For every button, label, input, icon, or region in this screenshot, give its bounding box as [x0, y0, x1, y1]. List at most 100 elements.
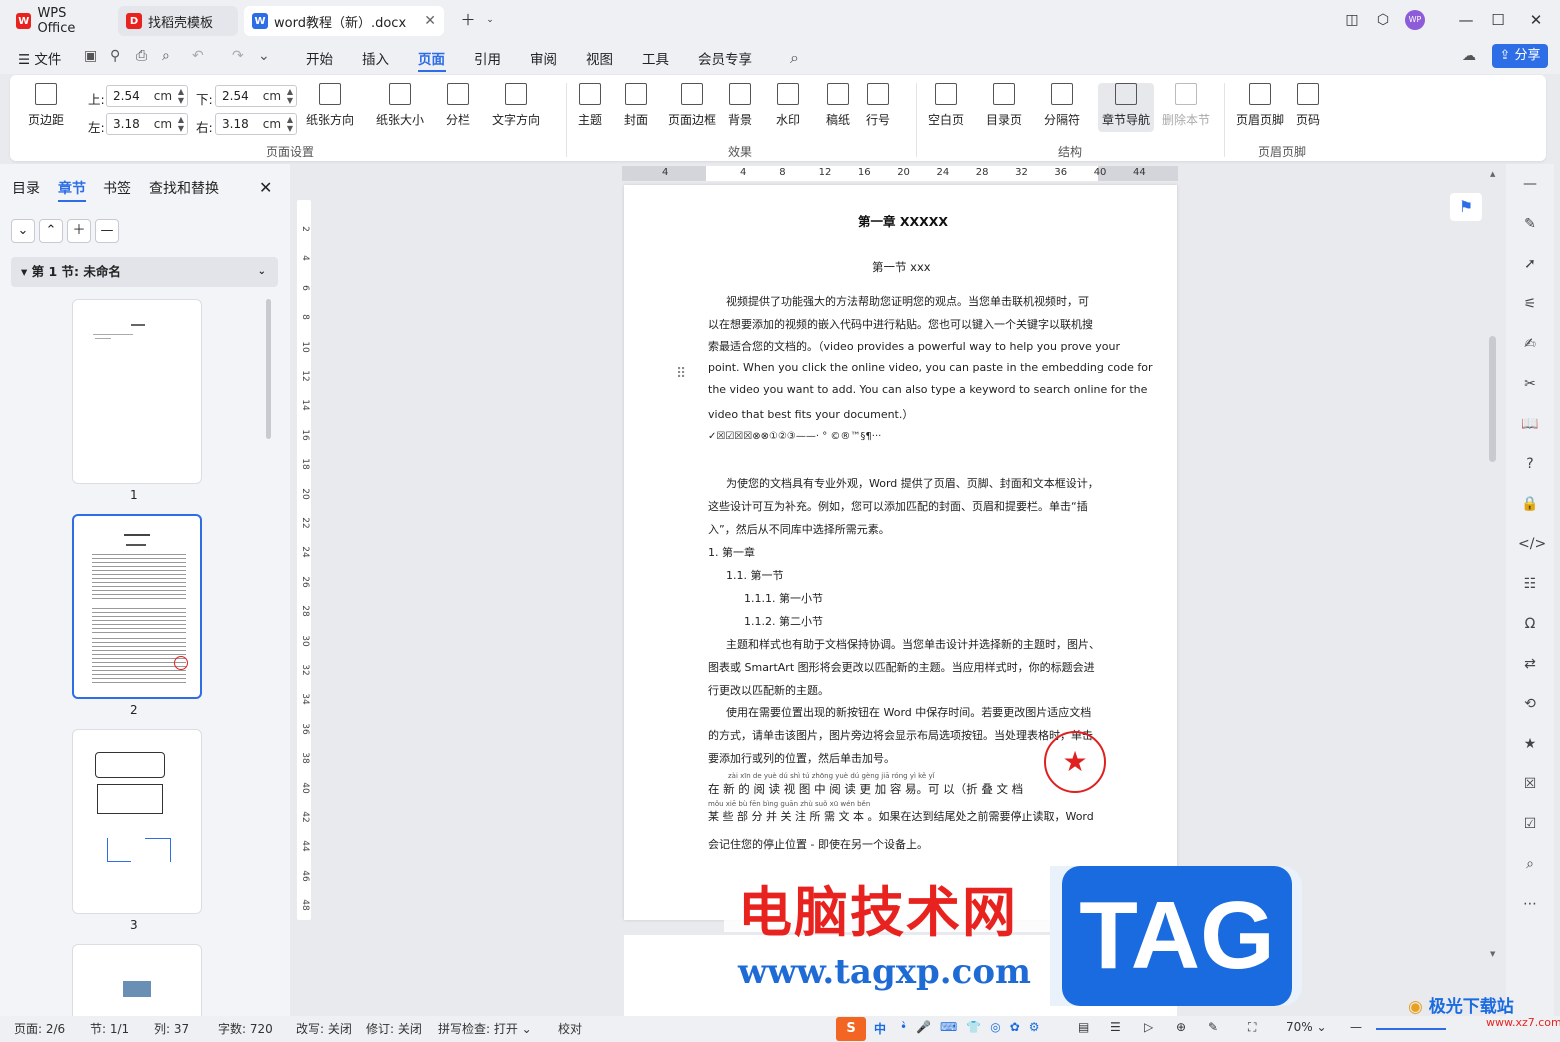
menu-start[interactable]: 开始 [306, 48, 333, 68]
document-page[interactable]: 第一章 XXXXX 第一节 xxx 视频提供了功能强大的方法帮助您证明您的观点。… [624, 185, 1177, 920]
menu-file[interactable]: ☰ 文件 [18, 48, 61, 68]
doc-search-icon[interactable]: ⌕ [1518, 856, 1542, 872]
cover-button[interactable]: 封面 [624, 83, 648, 128]
drag-handle-icon[interactable]: ⠿ [676, 366, 686, 382]
code-icon[interactable]: </> [1518, 536, 1546, 552]
status-spellcheck[interactable]: 拼写检查: 打开 ⌄ [438, 1020, 532, 1037]
web-view-icon[interactable]: ⊕ [1176, 1020, 1186, 1034]
left-margin-input[interactable]: 3.18 cm ▲ ▼ [106, 113, 188, 135]
close-icon[interactable]: ✕ [259, 178, 272, 197]
minimize-icon[interactable]: — [1454, 8, 1478, 32]
cloud-sync-icon[interactable]: ☁ [1462, 48, 1476, 64]
adjust-icon[interactable]: ⚟ [1518, 296, 1542, 312]
ruby-text-line-1[interactable]: 在 新 的 阅 读 视 图 中 阅 读 更 加 容 易。可 以（折 叠 文 档 [708, 781, 1023, 797]
list-item[interactable]: 1.1. 第一节 [726, 567, 784, 583]
print-preview-icon[interactable]: ⌕ [162, 48, 170, 64]
right-margin-input[interactable]: 3.18 cm ▲ ▼ [215, 113, 297, 135]
zoom-out-icon[interactable]: — [1350, 1020, 1362, 1034]
cube-icon[interactable]: ⬡ [1371, 8, 1395, 32]
watermark-button[interactable]: 水印 [776, 83, 800, 128]
page-thumbnail-2[interactable] [72, 514, 202, 699]
symbols-line[interactable]: ✓☒☑☒☒⊗⊗①②③——· ° ©®™§¶··· [708, 431, 881, 442]
panel-scrollbar[interactable] [266, 299, 271, 439]
status-revision[interactable]: 修订: 关闭 [366, 1020, 422, 1037]
pen-icon[interactable]: ✎ [1208, 1020, 1218, 1034]
ime-language[interactable]: 中 [874, 1020, 886, 1037]
menu-insert[interactable]: 插入 [362, 48, 389, 68]
tools-icon[interactable]: ✂ [1518, 376, 1542, 392]
tab-bookmarks[interactable]: 书签 [103, 178, 131, 198]
top-margin-input[interactable]: 2.54 cm ▲ ▼ [106, 85, 188, 107]
outline-view-icon[interactable]: ☰ [1110, 1020, 1121, 1034]
page-border-button[interactable]: 页面边框 [668, 83, 716, 128]
ruby-text-line-2[interactable]: 某 些 部 分 并 关 注 所 需 文 本 。如果在达到结尾处之前需要停止读取，… [708, 808, 1094, 824]
columns-button[interactable]: 分栏 [446, 83, 470, 128]
layout-icon[interactable]: ◫ [1340, 8, 1364, 32]
document-check-icon[interactable]: ☑ [1518, 816, 1542, 832]
tab-find-replace[interactable]: 查找和替换 [149, 178, 219, 198]
translate-icon[interactable]: ⇄ [1518, 656, 1542, 672]
menu-reference[interactable]: 引用 [474, 48, 501, 68]
menu-page[interactable]: 页面 [418, 48, 445, 68]
paper-size-button[interactable]: 纸张大小 [376, 83, 424, 128]
tab-document[interactable]: W word教程（新）.docx ✕ [244, 6, 444, 36]
minus-icon[interactable]: — [1518, 176, 1542, 192]
select-cursor-icon[interactable]: ➚ [1518, 256, 1542, 272]
location-pin-icon[interactable]: ⚑ [1450, 193, 1482, 221]
page-thumbnail-1[interactable] [72, 299, 202, 484]
tab-docer[interactable]: D 找稻壳模板 [118, 6, 238, 36]
chevron-down-icon[interactable]: ⌄ [478, 8, 502, 32]
company-stamp[interactable]: ★ [1044, 731, 1106, 793]
page-thumbnail-4[interactable] [72, 944, 202, 1024]
chevron-down-icon[interactable]: ⌄ [258, 48, 270, 64]
menu-member[interactable]: 会员专享 [698, 48, 752, 68]
remove-section-button[interactable]: — [95, 219, 119, 243]
new-tab-icon[interactable]: ＋ [456, 8, 480, 32]
play-icon[interactable]: ▷ [1144, 1020, 1153, 1034]
margins-button[interactable]: 页边距 [28, 83, 64, 128]
folder-star-icon[interactable]: ★ [1518, 736, 1542, 752]
menu-tools[interactable]: 工具 [642, 48, 669, 68]
orientation-button[interactable]: 纸张方向 [306, 83, 354, 128]
status-proofread[interactable]: 校对 [558, 1020, 582, 1037]
status-column[interactable]: 列: 37 [154, 1020, 189, 1037]
tab-toc[interactable]: 目录 [12, 178, 40, 198]
status-word-count[interactable]: 字数: 720 [218, 1020, 273, 1037]
line-number-button[interactable]: 行号 [866, 83, 890, 128]
vertical-ruler[interactable]: 2 4 6 8 10 12 14 16 18 20 22 24 26 28 30 32 34 36 38 40 42 44… [297, 200, 311, 920]
help-icon[interactable]: ? [1518, 456, 1542, 472]
status-page[interactable]: 页面: 2/6 [14, 1020, 65, 1037]
menu-view[interactable]: 视图 [586, 48, 613, 68]
redo-icon[interactable]: ↷ [232, 48, 244, 64]
move-up-button[interactable]: ⌃ [39, 219, 63, 243]
separator-button[interactable]: 分隔符 [1044, 83, 1080, 128]
bottom-margin-input[interactable]: 2.54 cm ▲ ▼ [215, 85, 297, 107]
book-icon[interactable]: 📖 [1518, 416, 1542, 432]
close-box-icon[interactable]: ☒ [1518, 776, 1542, 792]
list-item[interactable]: 1.1.1. 第一小节 [744, 590, 823, 606]
zoom-slider[interactable] [1376, 1028, 1446, 1030]
list-format-icon[interactable]: ☷ [1518, 576, 1542, 592]
background-button[interactable]: 背景 [728, 83, 752, 128]
sogou-ime-icon[interactable]: S [836, 1017, 866, 1041]
tab-wps-office[interactable]: W WPS Office [8, 6, 114, 36]
undo-icon[interactable]: ↶ [192, 48, 204, 64]
save-icon[interactable]: ▣ [84, 48, 97, 64]
share-button[interactable]: ⇪ 分享 [1492, 44, 1548, 68]
collapse-down-button[interactable]: ⌄ [11, 219, 35, 243]
link-icon[interactable]: ⚲ [110, 48, 120, 64]
more-icon[interactable]: ⋯ [1518, 896, 1542, 912]
edit-doc-icon[interactable]: ✍ [1518, 336, 1542, 352]
tab-sections[interactable]: 章节 [58, 178, 86, 198]
lock-icon[interactable]: 🔒 [1518, 496, 1542, 512]
search-icon[interactable]: ⌕ [790, 48, 799, 68]
theme-button[interactable]: 主题 [578, 83, 602, 128]
maximize-icon[interactable]: ☐ [1486, 8, 1510, 32]
avatar[interactable]: WP [1405, 10, 1425, 30]
blank-page-button[interactable]: 空白页 [928, 83, 964, 128]
section-item[interactable]: ▾ 第 1 节: 未命名 ⌄ [11, 257, 278, 287]
print-icon[interactable]: ⎙ [136, 48, 147, 64]
status-overtype[interactable]: 改写: 关闭 [296, 1020, 352, 1037]
horizontal-ruler[interactable]: 4 4 8 12 16 20 24 28 32 36 40 44 [622, 166, 1178, 181]
delete-section-button[interactable]: 删除本节 [1162, 83, 1210, 128]
